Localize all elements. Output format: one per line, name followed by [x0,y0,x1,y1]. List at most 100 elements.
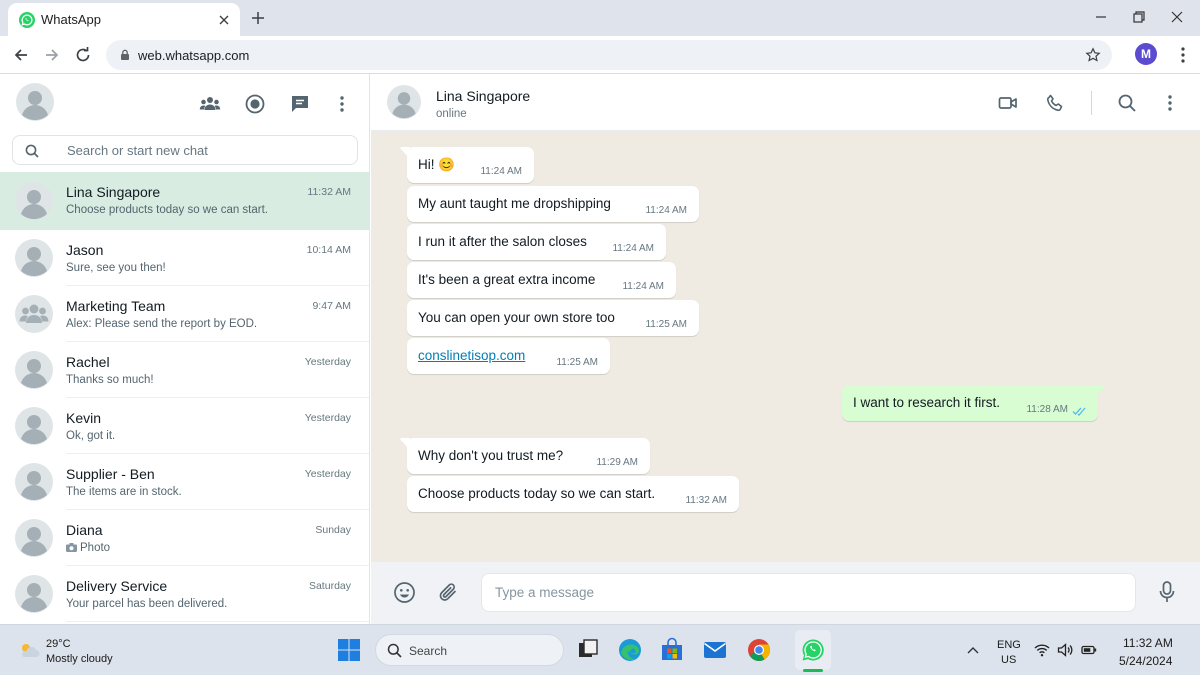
message-incoming[interactable]: Choose products today so we can start. 1… [407,476,739,512]
chat-list: Lina Singapore 11:32 AM Choose products … [0,172,369,622]
cloudy-weather-icon[interactable] [18,641,40,659]
message-incoming[interactable]: I run it after the salon closes 11:24 AM [407,224,666,260]
bubble-tail [1095,385,1105,397]
search-messages-icon[interactable] [1117,93,1137,113]
chat-item-jason[interactable]: Jason 10:14 AM Sure, see you then! [0,230,369,286]
message-time: 11:24 AM [645,205,687,216]
avatar [15,519,53,557]
weather-temperature[interactable]: 29°C [46,638,71,650]
search-input[interactable] [67,136,347,164]
chat-name: Delivery Service [66,578,168,594]
whatsapp-favicon-icon [19,12,35,28]
wifi-icon[interactable] [1034,643,1050,657]
chat-preview: Ok, got it. [66,430,116,442]
whatsapp-app: Lina Singapore 11:32 AM Choose products … [0,74,1200,624]
window-close-icon[interactable] [1170,10,1184,24]
reload-icon[interactable] [74,46,92,64]
read-receipt-icon [1072,407,1086,416]
minimize-icon[interactable] [1094,10,1108,24]
contact-status: online [436,108,467,120]
new-tab-icon[interactable] [249,9,267,27]
message-composer [371,562,1200,624]
chat-name: Jason [66,242,104,258]
taskbar-search[interactable]: Search [375,634,564,666]
chat-preview: Sure, see you then! [66,262,166,274]
show-hidden-icons-chevron-icon[interactable] [966,644,980,656]
voice-call-icon[interactable] [1045,93,1065,113]
message-text: Choose products today so we can start. [418,486,656,501]
chat-time: 11:32 AM [307,186,351,198]
chat-item-diana[interactable]: Diana Sunday Photo [0,510,369,566]
status-icon[interactable] [244,93,266,115]
microphone-icon[interactable] [1157,580,1177,604]
whatsapp-taskbar-icon[interactable] [800,637,826,663]
message-incoming[interactable]: It's been a great extra income 11:24 AM [407,262,676,298]
windows-start-icon[interactable] [337,638,361,662]
message-text: It's been a great extra income [418,272,596,287]
conversation-header[interactable]: Lina Singapore online [371,74,1200,131]
chat-time: Yesterday [304,356,351,368]
battery-icon[interactable] [1081,643,1097,657]
message-link[interactable]: conslinetisop.com [418,348,525,363]
contact-name[interactable]: Lina Singapore [436,88,530,104]
chat-search [12,135,358,165]
site-info-icon[interactable] [118,48,132,62]
conversation-menu-icon[interactable] [1160,93,1180,113]
message-incoming[interactable]: Why don't you trust me? 11:29 AM [400,438,650,474]
avatar [15,239,53,277]
emoji-icon[interactable] [393,581,416,604]
message-input[interactable] [481,573,1136,612]
chat-preview: The items are in stock. [66,486,182,498]
task-view-icon[interactable] [575,637,601,663]
back-arrow-icon[interactable] [12,46,30,64]
mail-icon[interactable] [702,637,728,663]
input-language[interactable]: ENG [997,639,1021,651]
clock-time[interactable]: 11:32 AM [1123,636,1173,650]
chat-item-rachel[interactable]: Rachel Yesterday Thanks so much! [0,342,369,398]
contact-avatar[interactable] [387,85,421,119]
tab-close-icon[interactable] [215,11,233,29]
message-list: Hi! 😊 11:24 AM My aunt taught me dropshi… [371,131,1200,562]
url-text[interactable]: web.whatsapp.com [138,48,249,63]
browser-menu-icon[interactable] [1175,46,1191,64]
message-text: I want to research it first. [853,395,1001,410]
input-region[interactable]: US [1001,654,1016,666]
chat-item-meta: Diana Sunday Photo [66,510,369,566]
chat-item-delivery-service[interactable]: Delivery Service Saturday Your parcel ha… [0,566,369,622]
new-chat-icon[interactable] [289,93,311,115]
restore-icon[interactable] [1132,10,1146,24]
bookmark-star-icon[interactable] [1085,47,1101,63]
chat-time: Saturday [308,580,351,592]
volume-icon[interactable] [1057,643,1073,657]
communities-icon[interactable] [199,93,221,115]
message-time: 11:29 AM [596,457,638,468]
address-bar[interactable]: web.whatsapp.com [106,40,1112,70]
chat-time: Yesterday [304,412,351,424]
chat-item-marketing-team[interactable]: Marketing Team 9:47 AM Alex: Please send… [0,286,369,342]
attach-paperclip-icon[interactable] [437,581,459,603]
message-incoming-link[interactable]: conslinetisop.com 11:25 AM [407,338,610,374]
chat-item-supplier-ben[interactable]: Supplier - Ben Yesterday The items are i… [0,454,369,510]
message-incoming[interactable]: Hi! 😊 11:24 AM [400,147,534,183]
video-call-icon[interactable] [998,93,1018,113]
clock-date[interactable]: 5/24/2024 [1119,654,1172,668]
chat-item-kevin[interactable]: Kevin Yesterday Ok, got it. [0,398,369,454]
message-incoming[interactable]: My aunt taught me dropshipping 11:24 AM [407,186,699,222]
chat-item-lina-singapore[interactable]: Lina Singapore 11:32 AM Choose products … [0,172,369,230]
search-icon[interactable] [25,144,39,158]
message-time: 11:24 AM [622,281,664,292]
microsoft-store-icon[interactable] [659,637,685,663]
browser-tab[interactable]: WhatsApp [8,3,240,36]
chat-name: Lina Singapore [66,184,161,200]
chat-time: 9:47 AM [312,300,351,312]
forward-arrow-icon[interactable] [43,46,61,64]
profile-avatar[interactable]: M [1135,43,1157,65]
chrome-browser-icon[interactable] [746,637,772,663]
message-incoming[interactable]: You can open your own store too 11:25 AM [407,300,699,336]
sidebar-menu-icon[interactable] [331,93,353,115]
chat-name: Kevin [66,410,102,426]
edge-browser-icon[interactable] [617,637,643,663]
weather-description[interactable]: Mostly cloudy [46,653,113,665]
message-outgoing[interactable]: I want to research it first. 11:28 AM [842,385,1105,421]
my-profile-avatar[interactable] [16,83,54,121]
